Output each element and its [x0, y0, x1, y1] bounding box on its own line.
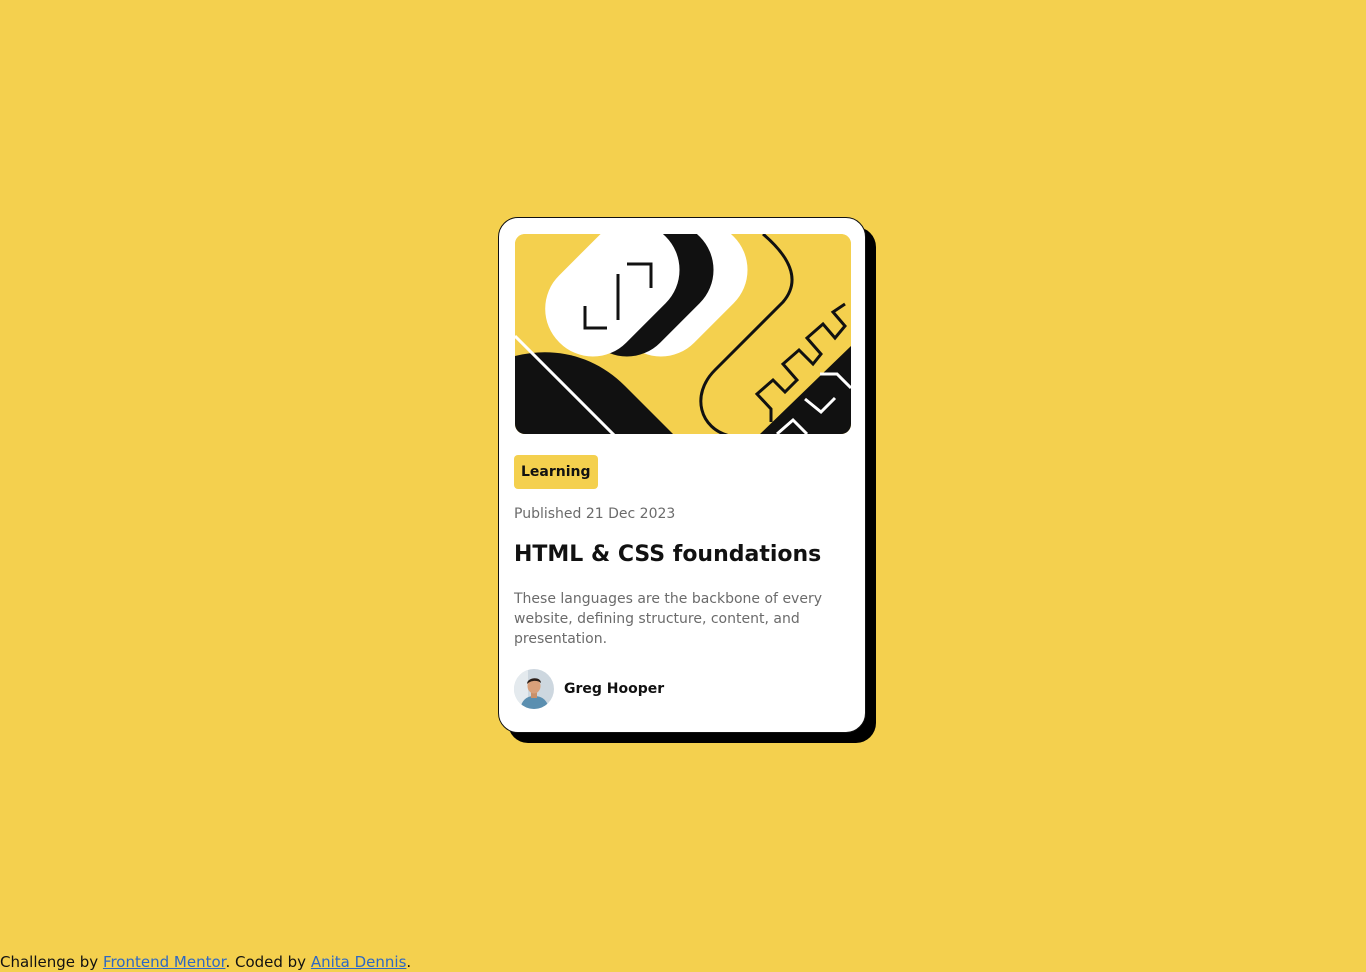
- card-description: These languages are the backbone of ever…: [514, 591, 822, 647]
- card-title[interactable]: HTML & CSS foundations: [514, 539, 821, 571]
- avatar: [514, 669, 554, 709]
- attribution-middle: . Coded by: [225, 953, 311, 971]
- blog-preview-card: Learning Published 21 Dec 2023 HTML & CS…: [498, 217, 866, 733]
- attribution-prefix: Challenge by: [0, 953, 103, 971]
- attribution-suffix: .: [406, 953, 412, 971]
- code-illustration-icon: [515, 234, 851, 434]
- category-tag: Learning: [514, 455, 598, 489]
- author: Greg Hooper: [514, 669, 664, 709]
- author-profile-link[interactable]: Anita Dennis: [311, 953, 407, 971]
- published-date: Published 21 Dec 2023: [514, 506, 676, 522]
- attribution: Challenge by Frontend Mentor. Coded by A…: [0, 952, 411, 972]
- author-name: Greg Hooper: [564, 681, 665, 697]
- frontend-mentor-link[interactable]: Frontend Mentor: [103, 953, 226, 971]
- hero-illustration: [515, 234, 851, 434]
